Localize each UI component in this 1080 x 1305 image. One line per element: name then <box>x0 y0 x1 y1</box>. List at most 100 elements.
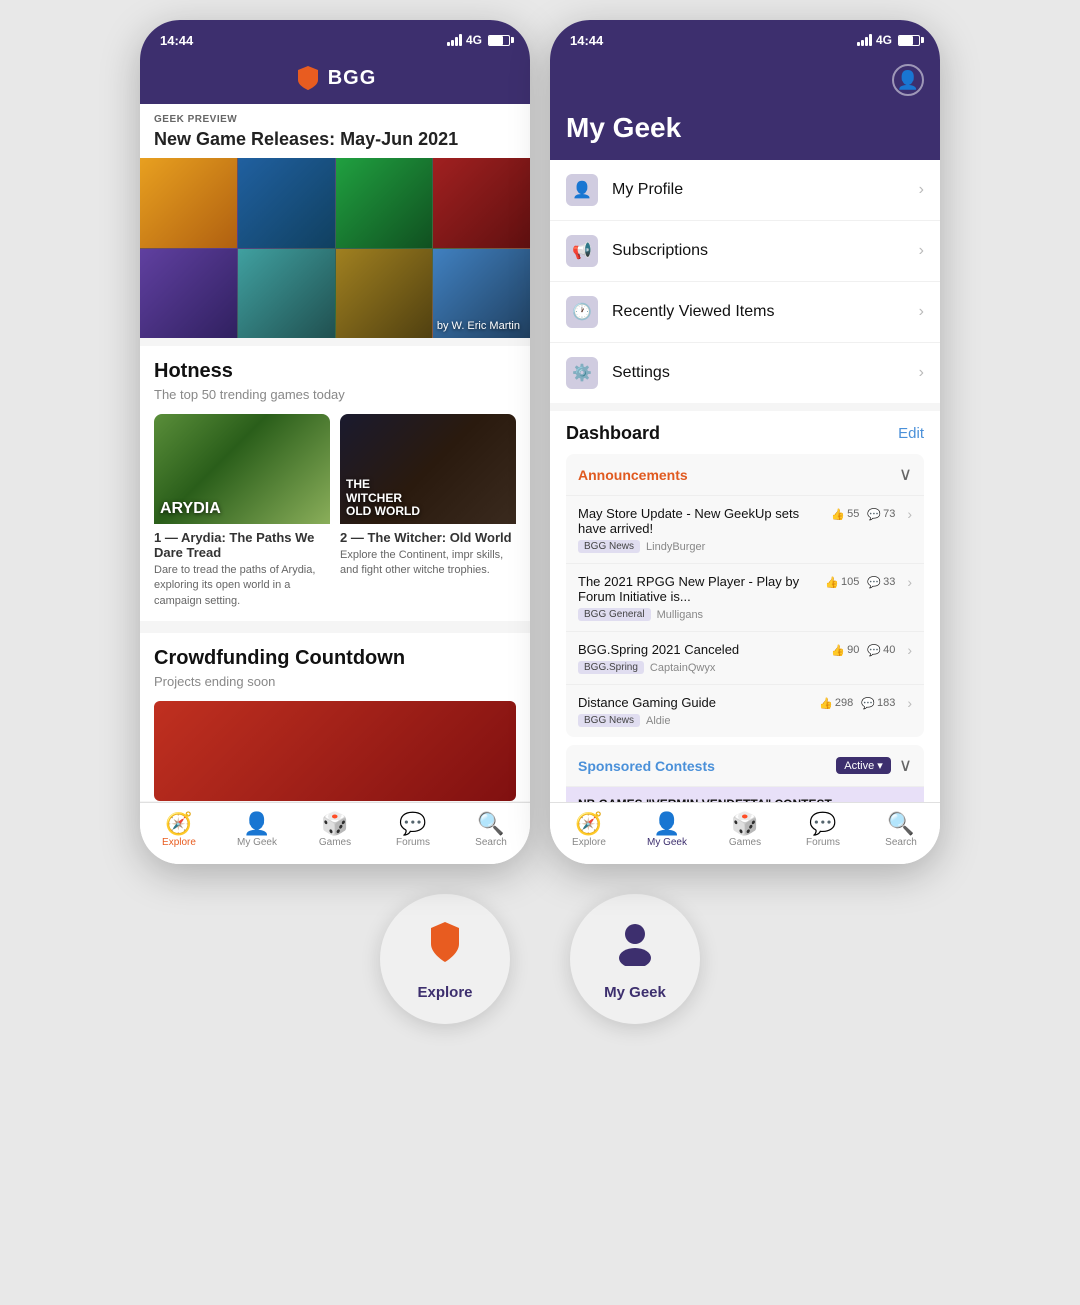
explore-circle-label: Explore <box>417 984 472 1001</box>
mygeek-icon-1: 👤 <box>243 813 270 835</box>
sponsored-collapse[interactable]: ∨ <box>899 755 912 776</box>
mygeek-circle-label: My Geek <box>604 984 666 1001</box>
nav-search-1[interactable]: 🔍 Search <box>452 809 530 852</box>
menu-profile[interactable]: 👤 My Profile › <box>550 160 940 221</box>
forums-icon-1: 💬 <box>399 813 426 835</box>
time-2: 14:44 <box>570 33 603 48</box>
game-2-image: THEWITCHEROLD WORLD <box>340 414 516 524</box>
explore-scroll[interactable]: GEEK PREVIEW New Game Releases: May-Jun … <box>140 104 530 802</box>
subscriptions-chevron: › <box>919 242 924 260</box>
ann-meta-3: BGG.Spring CaptainQwyx <box>578 661 823 674</box>
ann-stats-3: 👍 90 💬 40 › <box>831 642 912 658</box>
mygeek-circle[interactable]: My Geek <box>570 894 700 1024</box>
nav-search-2[interactable]: 🔍 Search <box>862 809 940 852</box>
game-1-card[interactable]: ARYDIA 1 — Arydia: The Paths We Dare Tre… <box>154 414 330 621</box>
games-icon-1: 🎲 <box>321 813 348 835</box>
battery-icon-2 <box>898 35 920 46</box>
ann-item-3[interactable]: BGG.Spring 2021 Canceled BGG.Spring Capt… <box>566 632 924 685</box>
recently-viewed-icon: 🕐 <box>566 296 598 328</box>
search-label-1: Search <box>475 837 507 848</box>
ann-comments-2: 💬 33 <box>867 576 895 589</box>
game-2-desc: Explore the Continent, impr skills, and … <box>340 548 516 591</box>
explore-circle[interactable]: Explore <box>380 894 510 1024</box>
bgg-logo: BGG <box>294 64 377 92</box>
game-2-card[interactable]: THEWITCHEROLD WORLD 2 — The Witcher: Old… <box>340 414 516 621</box>
nav-forums-2[interactable]: 💬 Forums <box>784 809 862 852</box>
ann-likes-2: 👍 105 <box>825 576 859 589</box>
ann-author-1: LindyBurger <box>646 541 705 553</box>
profile-chevron: › <box>919 181 924 199</box>
crowdfunding-title: Crowdfunding Countdown <box>154 647 516 670</box>
nav-forums-1[interactable]: 💬 Forums <box>374 809 452 852</box>
battery-icon-1 <box>488 35 510 46</box>
ann-author-2: Mulligans <box>657 609 703 621</box>
ann-tag-4: BGG News <box>578 714 640 727</box>
status-bar-1: 14:44 4G <box>140 20 530 56</box>
ann-chevron-2: › <box>907 574 912 590</box>
ann-item-4[interactable]: Distance Gaming Guide BGG News Aldie 👍 2… <box>566 685 924 737</box>
ann-title-4: Distance Gaming Guide <box>578 695 811 710</box>
nav-games-2[interactable]: 🎲 Games <box>706 809 784 852</box>
nav-explore-2[interactable]: 🧭 Explore <box>550 809 628 852</box>
announcements-header: Announcements ∨ <box>566 454 924 496</box>
bottom-nav-2: 🧭 Explore 👤 My Geek 🎲 Games 💬 Forums 🔍 S… <box>550 802 940 864</box>
search-label-2: Search <box>885 837 917 848</box>
ann-item-1[interactable]: May Store Update - New GeekUp sets have … <box>566 496 924 564</box>
forums-icon-2: 💬 <box>809 813 836 835</box>
game-1-image: ARYDIA <box>154 414 330 524</box>
announcements-title: Announcements <box>578 467 688 483</box>
mygeek-scroll[interactable]: 👤 My Profile › 📢 Subscriptions › 🕐 Recen… <box>550 160 940 802</box>
ann-chevron-4: › <box>907 695 912 711</box>
nav-mygeek-1[interactable]: 👤 My Geek <box>218 809 296 852</box>
ann-meta-4: BGG News Aldie <box>578 714 811 727</box>
menu-subscriptions[interactable]: 📢 Subscriptions › <box>550 221 940 282</box>
ann-content-4: Distance Gaming Guide BGG News Aldie <box>578 695 811 727</box>
ann-author-4: Aldie <box>646 715 670 727</box>
games-icon-2: 🎲 <box>731 813 758 835</box>
menu-recently-viewed[interactable]: 🕐 Recently Viewed Items › <box>550 282 940 343</box>
crowdfunding-subtitle: Projects ending soon <box>154 674 516 689</box>
hotness-subtitle: The top 50 trending games today <box>154 387 516 402</box>
hotness-section: Hotness The top 50 trending games today … <box>140 346 530 621</box>
contest-item-1[interactable]: NB GAMES "VERMIN VENDETTA" CONTEST ENDS … <box>566 787 924 802</box>
ann-tag-1: BGG News <box>578 540 640 553</box>
ann-title-1: May Store Update - New GeekUp sets have … <box>578 506 823 536</box>
ann-comments-1: 💬 73 <box>867 508 895 521</box>
crowdfunding-section[interactable]: Crowdfunding Countdown Projects ending s… <box>140 633 530 801</box>
ann-chevron-3: › <box>907 642 912 658</box>
announcements-collapse[interactable]: ∨ <box>899 464 912 485</box>
sponsored-header: Sponsored Contests Active ▾ ∨ <box>566 745 924 787</box>
games-label-1: Games <box>319 837 351 848</box>
status-bar-2: 14:44 4G <box>550 20 940 56</box>
mygeek-label-1: My Geek <box>237 837 277 848</box>
nav-games-1[interactable]: 🎲 Games <box>296 809 374 852</box>
ann-title-3: BGG.Spring 2021 Canceled <box>578 642 823 657</box>
phone-mygeek: 14:44 4G 👤 My Geek <box>550 20 940 864</box>
ann-chevron-1: › <box>907 506 912 522</box>
article-image: by W. Eric Martin <box>140 158 530 338</box>
active-badge[interactable]: Active ▾ <box>836 757 891 774</box>
bgg-logo-text: BGG <box>328 67 377 90</box>
ann-comments-3: 💬 40 <box>867 644 895 657</box>
ann-content-1: May Store Update - New GeekUp sets have … <box>578 506 823 553</box>
mygeek-circle-icon <box>611 918 659 976</box>
announcements-widget: Announcements ∨ May Store Update - New G… <box>566 454 924 737</box>
nav-explore-1[interactable]: 🧭 Explore <box>140 809 218 852</box>
profile-avatar-button[interactable]: 👤 <box>892 64 924 96</box>
explore-icon-1: 🧭 <box>165 813 192 835</box>
nav-mygeek-2[interactable]: 👤 My Geek <box>628 809 706 852</box>
edit-button[interactable]: Edit <box>898 425 924 442</box>
article-card[interactable]: GEEK PREVIEW New Game Releases: May-Jun … <box>140 104 530 338</box>
forums-label-1: Forums <box>396 837 430 848</box>
ann-tag-3: BGG.Spring <box>578 661 644 674</box>
explore-label-1: Explore <box>162 837 196 848</box>
ann-author-3: CaptainQwyx <box>650 662 715 674</box>
settings-icon: ⚙️ <box>566 357 598 389</box>
menu-settings[interactable]: ⚙️ Settings › <box>550 343 940 403</box>
ann-stats-2: 👍 105 💬 33 › <box>825 574 912 590</box>
mygeek-icon-2: 👤 <box>653 813 680 835</box>
profile-icon: 👤 <box>566 174 598 206</box>
ann-item-2[interactable]: The 2021 RPGG New Player - Play by Forum… <box>566 564 924 632</box>
ann-comments-4: 💬 183 <box>861 697 895 710</box>
signal-icon-2 <box>857 34 872 46</box>
